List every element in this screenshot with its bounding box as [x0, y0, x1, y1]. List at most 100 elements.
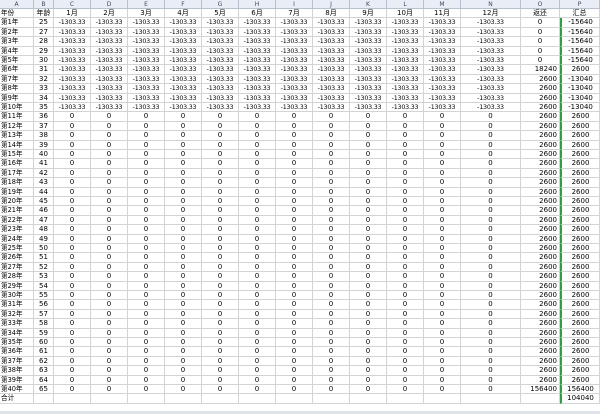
month-amount-cell[interactable]: -1303.33: [276, 56, 313, 66]
month-amount-cell[interactable]: 0: [202, 385, 239, 395]
header-month-4[interactable]: 4月: [165, 9, 202, 19]
header-month-12[interactable]: 12月: [461, 9, 521, 19]
month-amount-cell[interactable]: 0: [313, 385, 350, 395]
month-amount-cell[interactable]: -1303.33: [313, 84, 350, 94]
month-amount-cell[interactable]: 0: [54, 112, 91, 122]
month-amount-cell[interactable]: 0: [54, 262, 91, 273]
month-amount-cell[interactable]: 0: [202, 234, 239, 244]
month-amount-cell[interactable]: 0: [202, 187, 239, 197]
month-amount-cell[interactable]: 0: [54, 131, 91, 141]
month-amount-cell[interactable]: 0: [350, 244, 387, 254]
month-amount-cell[interactable]: 0: [91, 197, 128, 207]
row-age[interactable]: 45: [34, 197, 54, 207]
month-amount-cell[interactable]: 0: [202, 281, 239, 291]
month-amount-cell[interactable]: 0: [387, 272, 424, 282]
month-amount-cell[interactable]: -1303.33: [128, 27, 165, 38]
month-amount-cell[interactable]: 0: [387, 338, 424, 348]
month-amount-cell[interactable]: 0: [424, 206, 461, 216]
month-amount-cell[interactable]: -1303.33: [128, 46, 165, 56]
month-amount-cell[interactable]: -1303.33: [128, 56, 165, 66]
month-amount-cell[interactable]: -1303.33: [239, 27, 276, 38]
month-amount-cell[interactable]: 0: [387, 159, 424, 169]
column-header-i[interactable]: I: [276, 0, 313, 9]
month-amount-cell[interactable]: 0: [461, 338, 521, 348]
return-amount-cell[interactable]: 0: [521, 27, 560, 38]
month-amount-cell[interactable]: -1303.33: [165, 18, 202, 28]
row-year-label[interactable]: 第35年: [0, 338, 34, 348]
row-age[interactable]: 29: [34, 46, 54, 56]
row-age[interactable]: 62: [34, 356, 54, 367]
month-amount-cell[interactable]: 0: [239, 244, 276, 254]
row-year-label[interactable]: 第16年: [0, 159, 34, 169]
month-amount-cell[interactable]: 0: [276, 272, 313, 282]
month-amount-cell[interactable]: 0: [91, 291, 128, 301]
header-return[interactable]: 返还: [521, 9, 560, 19]
month-amount-cell[interactable]: 0: [54, 385, 91, 395]
month-amount-cell[interactable]: 0: [54, 366, 91, 376]
month-amount-cell[interactable]: -1303.33: [387, 84, 424, 94]
row-year-label[interactable]: 第20年: [0, 197, 34, 207]
month-amount-cell[interactable]: 0: [276, 121, 313, 132]
row-age[interactable]: 31: [34, 65, 54, 75]
row-age[interactable]: 57: [34, 309, 54, 320]
row-age[interactable]: 25: [34, 18, 54, 28]
month-amount-cell[interactable]: 0: [387, 168, 424, 179]
return-amount-cell[interactable]: 2600: [521, 121, 560, 132]
month-amount-cell[interactable]: -1303.33: [202, 27, 239, 38]
row-age[interactable]: 33: [34, 84, 54, 94]
header-month-9[interactable]: 9月: [350, 9, 387, 19]
month-amount-cell[interactable]: 0: [128, 215, 165, 226]
month-amount-cell[interactable]: 0: [239, 338, 276, 348]
month-amount-cell[interactable]: 0: [276, 225, 313, 235]
column-header-g[interactable]: G: [202, 0, 239, 9]
month-amount-cell[interactable]: 0: [91, 253, 128, 263]
summary-amount-cell[interactable]: -15640: [560, 37, 600, 47]
month-amount-cell[interactable]: 0: [350, 309, 387, 320]
month-amount-cell[interactable]: 0: [350, 159, 387, 169]
month-amount-cell[interactable]: 0: [239, 319, 276, 329]
month-amount-cell[interactable]: -1303.33: [128, 65, 165, 75]
summary-amount-cell[interactable]: -15640: [560, 27, 600, 38]
return-amount-cell[interactable]: 2600: [521, 131, 560, 141]
month-amount-cell[interactable]: 0: [165, 150, 202, 160]
month-amount-cell[interactable]: -1303.33: [424, 93, 461, 103]
month-amount-cell[interactable]: 0: [54, 215, 91, 226]
month-amount-cell[interactable]: 0: [276, 328, 313, 338]
month-amount-cell[interactable]: 0: [313, 197, 350, 207]
row-age[interactable]: 38: [34, 131, 54, 141]
month-amount-cell[interactable]: 0: [313, 253, 350, 263]
month-amount-cell[interactable]: 0: [91, 112, 128, 122]
month-amount-cell[interactable]: 0: [202, 159, 239, 169]
row-year-label[interactable]: 第24年: [0, 234, 34, 244]
summary-amount-cell[interactable]: -13040: [560, 93, 600, 103]
row-age[interactable]: 53: [34, 272, 54, 282]
total-empty-cell[interactable]: [128, 394, 165, 404]
row-age[interactable]: 59: [34, 328, 54, 338]
total-empty-cell[interactable]: [276, 394, 313, 404]
row-year-label[interactable]: 第40年: [0, 385, 34, 395]
month-amount-cell[interactable]: -1303.33: [239, 93, 276, 103]
month-amount-cell[interactable]: 0: [165, 262, 202, 273]
month-amount-cell[interactable]: 0: [313, 187, 350, 197]
summary-amount-cell[interactable]: 2600: [560, 291, 600, 301]
month-amount-cell[interactable]: 0: [313, 131, 350, 141]
month-amount-cell[interactable]: 0: [424, 347, 461, 357]
month-amount-cell[interactable]: 0: [424, 140, 461, 150]
month-amount-cell[interactable]: -1303.33: [202, 65, 239, 75]
summary-amount-cell[interactable]: 2600: [560, 309, 600, 320]
summary-amount-cell[interactable]: 2600: [560, 366, 600, 376]
month-amount-cell[interactable]: 0: [128, 150, 165, 160]
row-year-label[interactable]: 第36年: [0, 347, 34, 357]
month-amount-cell[interactable]: 0: [276, 366, 313, 376]
month-amount-cell[interactable]: 0: [202, 150, 239, 160]
month-amount-cell[interactable]: -1303.33: [424, 46, 461, 56]
month-amount-cell[interactable]: 0: [91, 262, 128, 273]
summary-amount-cell[interactable]: 2600: [560, 272, 600, 282]
month-amount-cell[interactable]: 0: [128, 140, 165, 150]
summary-amount-cell[interactable]: -13040: [560, 84, 600, 94]
month-amount-cell[interactable]: -1303.33: [350, 27, 387, 38]
month-amount-cell[interactable]: 0: [387, 356, 424, 367]
total-empty-cell[interactable]: [521, 394, 560, 404]
row-year-label[interactable]: 第14年: [0, 140, 34, 150]
month-amount-cell[interactable]: 0: [128, 178, 165, 188]
